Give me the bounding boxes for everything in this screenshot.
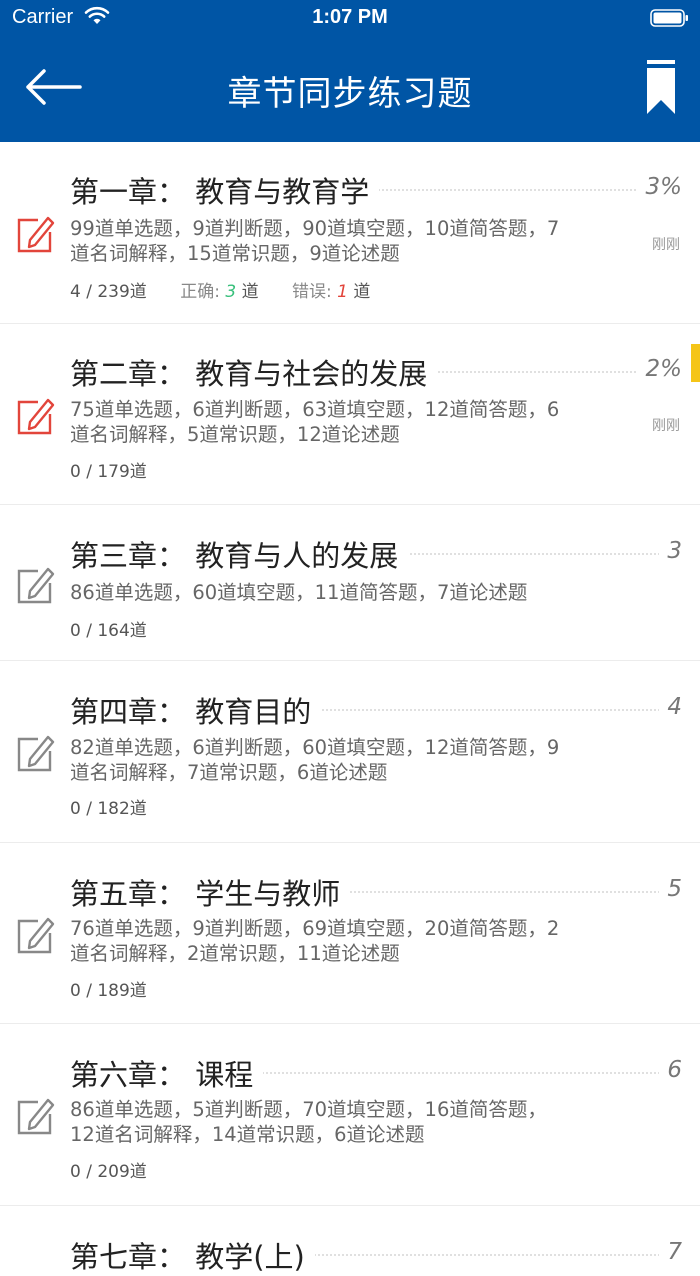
chapter-row[interactable]: 第七章： 教学(上) 7 [0, 1206, 700, 1276]
chapter-row[interactable]: 第二章： 教育与社会的发展 2% 75道单选题，6道判断题，63道填空题，12道… [0, 324, 700, 505]
chapter-row[interactable]: 第四章： 教育目的 4 82道单选题，6道判断题，60道填空题，12道简答题，9… [0, 661, 700, 843]
chapter-row[interactable]: 第一章： 教育与教育学 3% 99道单选题，9道判断题，90道填空题，10道简答… [0, 142, 700, 324]
chapter-title: 第四章： 教育目的 [70, 689, 322, 731]
chapter-title: 第七章： 教学(上) [70, 1234, 315, 1276]
wrong-unit: 道 [353, 282, 371, 302]
question-breakdown: 86道单选题，60道填空题，11道简答题，7道论述题 [70, 581, 528, 604]
chapter-title: 第一章： 教育与教育学 [70, 169, 380, 211]
question-breakdown: 76道单选题，9道判断题，69道填空题，20道简答题，2道名词解释，2道常识题，… [70, 917, 560, 965]
question-breakdown: 99道单选题，9道判断题，90道填空题，10道简答题，7道名词解释，15道常识题… [70, 217, 560, 265]
chapter-progress: 2% [637, 356, 682, 382]
correct-unit: 道 [241, 282, 259, 302]
status-bar: Carrier 1:07 PM [0, 0, 700, 36]
last-practiced-time: 刚刚 [652, 237, 680, 253]
bookmark-icon[interactable] [646, 60, 676, 116]
battery-icon [650, 9, 688, 27]
question-breakdown: 86道单选题，5道判断题，70道填空题，16道简答题，12道名词解释，14道常识… [70, 1098, 547, 1146]
chapter-progress: 3% [637, 174, 682, 200]
correct-count: 3 [225, 282, 237, 302]
answered-count: 0 / 189道 [70, 981, 147, 1001]
chapter-progress: 4 [659, 694, 682, 720]
chapter-progress: 5 [659, 876, 682, 902]
answered-count: 0 / 182道 [70, 799, 147, 819]
bookmark-flag [691, 344, 700, 382]
question-breakdown: 75道单选题，6道判断题，63道填空题，12道简答题，6道名词解释，5道常识题，… [70, 398, 560, 446]
last-practiced-time: 刚刚 [652, 418, 680, 434]
practice-stats: 0 / 179道 [70, 457, 147, 482]
answered-count: 0 / 179道 [70, 462, 147, 482]
edit-icon [17, 216, 55, 253]
chapter-row[interactable]: 第六章： 课程 6 86道单选题，5道判断题，70道填空题，16道简答题，12道… [0, 1024, 700, 1206]
practice-stats: 4 / 239道 正确: 3 道 错误: 1 道 [70, 277, 370, 302]
edit-icon [17, 917, 55, 954]
chapter-progress: 7 [659, 1239, 682, 1265]
practice-stats: 0 / 164道 [70, 616, 147, 641]
edit-icon [17, 1098, 55, 1135]
header-bar: Carrier 1:07 PM 章节同步练习题 [0, 0, 700, 142]
chapter-title: 第五章： 学生与教师 [70, 871, 351, 913]
chapter-row[interactable]: 第五章： 学生与教师 5 76道单选题，9道判断题，69道填空题，20道简答题，… [0, 843, 700, 1024]
practice-stats: 0 / 189道 [70, 976, 147, 1001]
correct-label: 正确: [180, 282, 220, 302]
answered-count: 0 / 164道 [70, 621, 147, 641]
chapter-title: 第六章： 课程 [70, 1052, 264, 1094]
practice-stats: 0 / 182道 [70, 794, 147, 819]
wrong-label: 错误: [292, 282, 332, 302]
chapter-title: 第三章： 教育与人的发展 [70, 533, 409, 575]
clock: 1:07 PM [312, 6, 388, 28]
wrong-count: 1 [337, 282, 348, 302]
chapter-progress: 6 [659, 1057, 682, 1083]
page-title: 章节同步练习题 [227, 74, 473, 114]
question-breakdown: 82道单选题，6道判断题，60道填空题，12道简答题，9道名词解释，7道常识题，… [70, 736, 560, 784]
practice-stats: 0 / 209道 [70, 1157, 147, 1182]
chapter-list: 第一章： 教育与教育学 3% 99道单选题，9道判断题，90道填空题，10道简答… [0, 142, 700, 1276]
edit-icon [17, 567, 55, 604]
edit-icon [17, 735, 55, 772]
edit-icon [17, 398, 55, 435]
answered-count: 0 / 209道 [70, 1162, 147, 1182]
navigation-bar: 章节同步练习题 [0, 36, 700, 142]
chapter-title: 第二章： 教育与社会的发展 [70, 351, 438, 393]
chapter-progress: 3 [659, 538, 682, 564]
answered-count: 4 / 239道 [70, 282, 147, 302]
chapter-row[interactable]: 第三章： 教育与人的发展 3 86道单选题，60道填空题，11道简答题，7道论述… [0, 505, 700, 661]
